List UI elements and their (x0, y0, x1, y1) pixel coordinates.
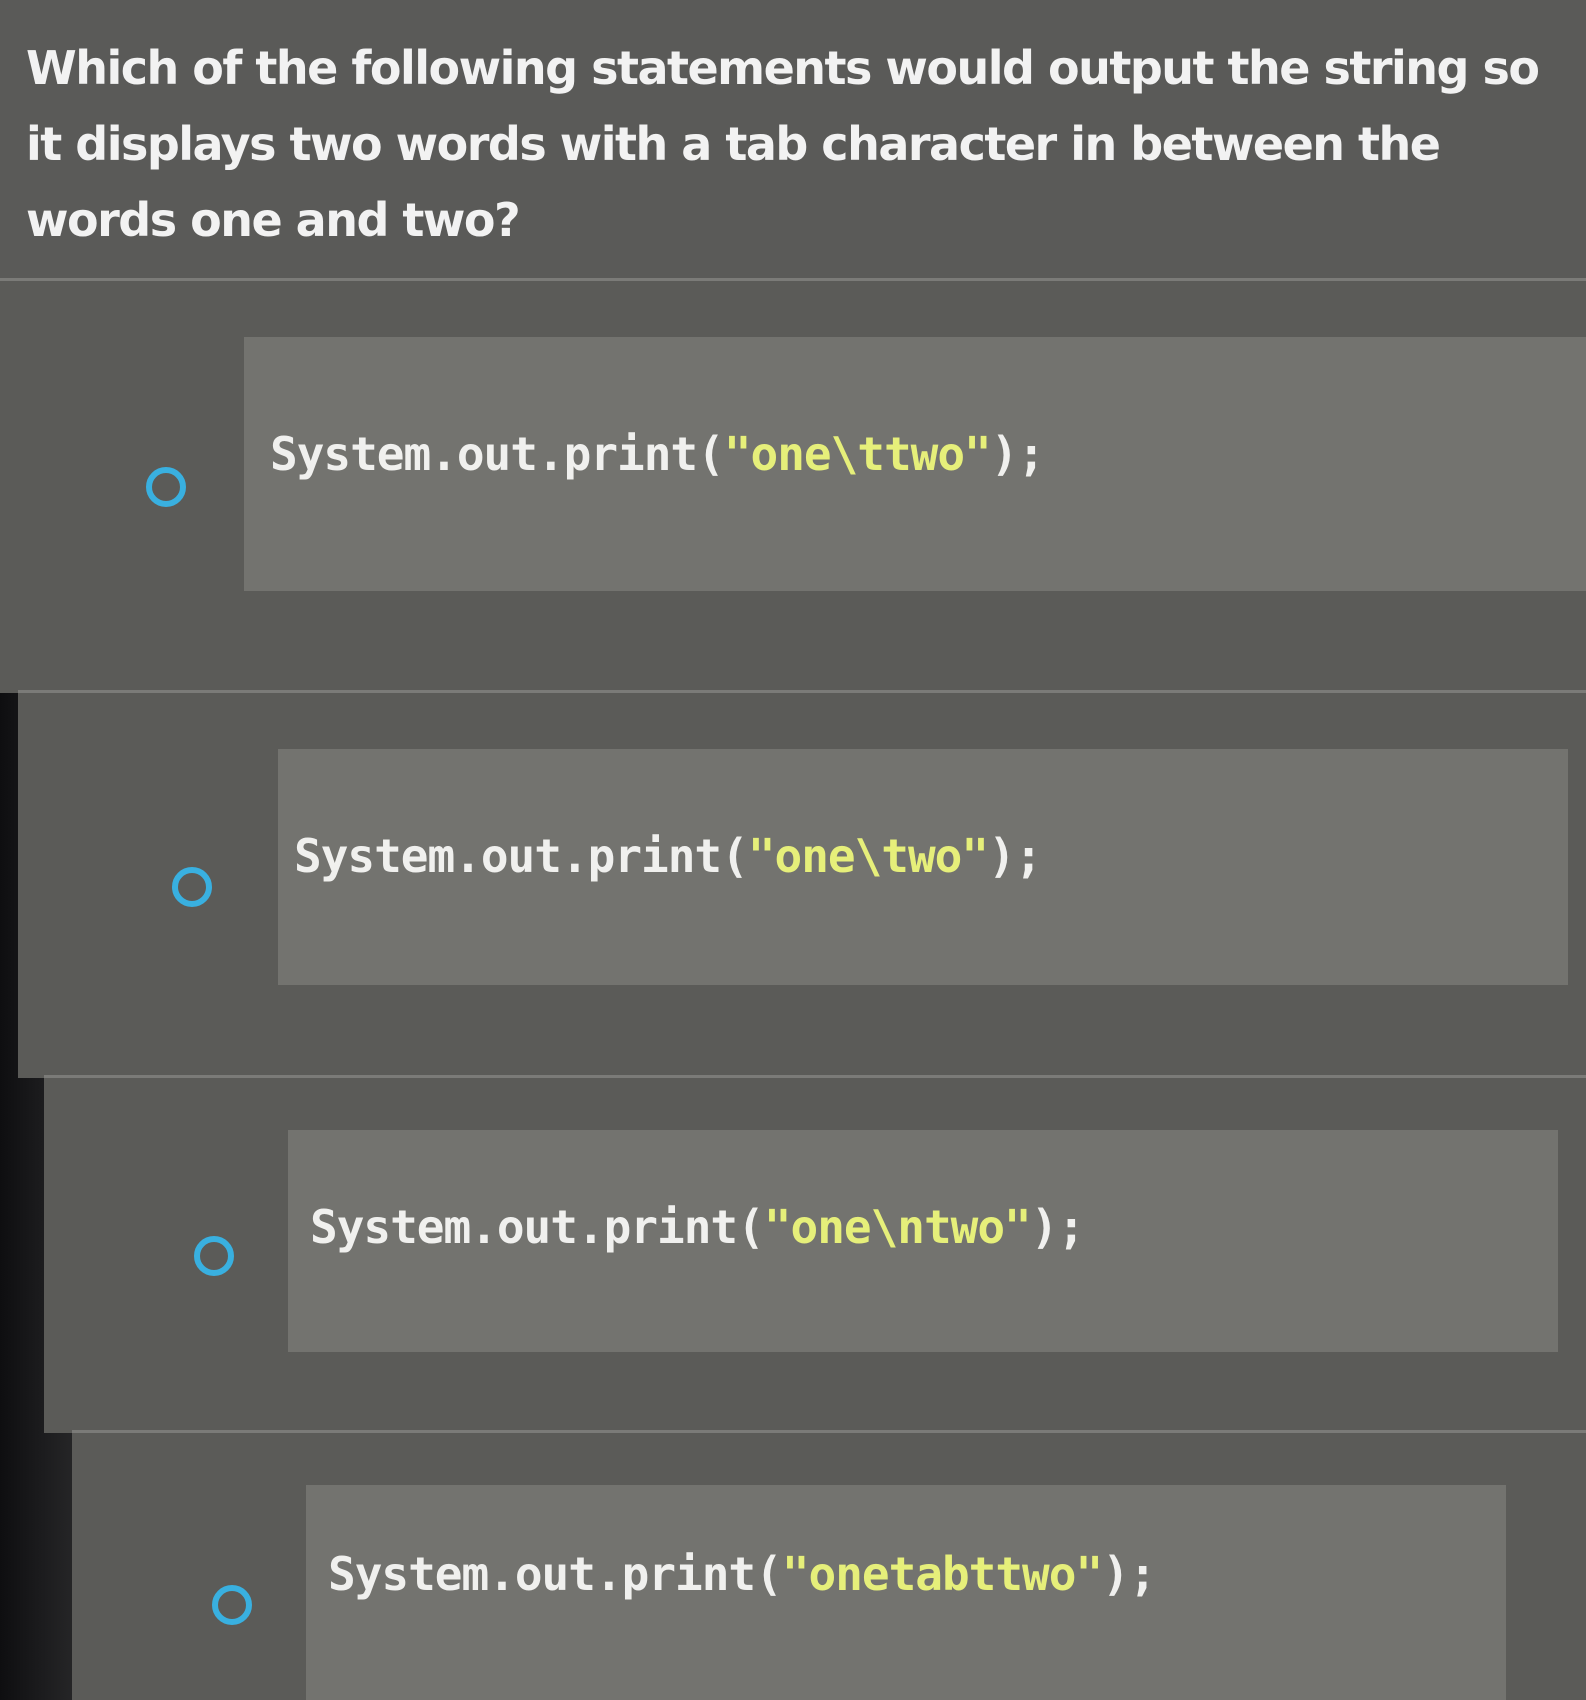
option-3-code-box[interactable]: System.out.print("one\ntwo"); (288, 1130, 1558, 1352)
option-3-code-prefix: System.out.print( (310, 1200, 765, 1254)
option-4[interactable]: System.out.print("onetabttwo"); (72, 1430, 1586, 1700)
option-4-code-prefix: System.out.print( (328, 1547, 783, 1601)
option-4-radio[interactable] (212, 1585, 252, 1625)
option-3-code-string: "one\ntwo" (763, 1200, 1032, 1254)
question-block: Which of the following statements would … (0, 0, 1586, 281)
option-4-code: System.out.print("onetabttwo"); (328, 1547, 1157, 1601)
option-2-code: System.out.print("one\two"); (294, 829, 1042, 883)
option-1[interactable]: System.out.print("one\ttwo"); (0, 278, 1586, 693)
option-2-code-prefix: System.out.print( (294, 829, 749, 883)
option-2-code-suffix: ); (988, 829, 1042, 883)
option-4-code-suffix: ); (1102, 1547, 1156, 1601)
option-3-code: System.out.print("one\ntwo"); (310, 1200, 1085, 1254)
quiz-page: Which of the following statements would … (0, 0, 1586, 1700)
option-1-radio[interactable] (146, 467, 186, 507)
option-3[interactable]: System.out.print("one\ntwo"); (44, 1075, 1586, 1433)
option-4-code-string: "onetabttwo" (781, 1547, 1103, 1601)
option-2-code-box[interactable]: System.out.print("one\two"); (278, 749, 1568, 985)
option-2[interactable]: System.out.print("one\two"); (18, 690, 1586, 1078)
option-2-code-string: "one\two" (747, 829, 989, 883)
question-text: Which of the following statements would … (26, 41, 1540, 247)
option-4-code-box[interactable]: System.out.print("onetabttwo"); (306, 1485, 1506, 1700)
option-3-radio[interactable] (194, 1236, 234, 1276)
option-1-code-string: "one\ttwo" (723, 427, 992, 481)
option-1-code: System.out.print("one\ttwo"); (270, 427, 1045, 481)
option-1-code-box[interactable]: System.out.print("one\ttwo"); (244, 337, 1586, 591)
option-2-radio[interactable] (172, 867, 212, 907)
option-1-code-suffix: ); (990, 427, 1045, 481)
option-3-code-suffix: ); (1030, 1200, 1085, 1254)
option-1-code-prefix: System.out.print( (270, 427, 725, 481)
